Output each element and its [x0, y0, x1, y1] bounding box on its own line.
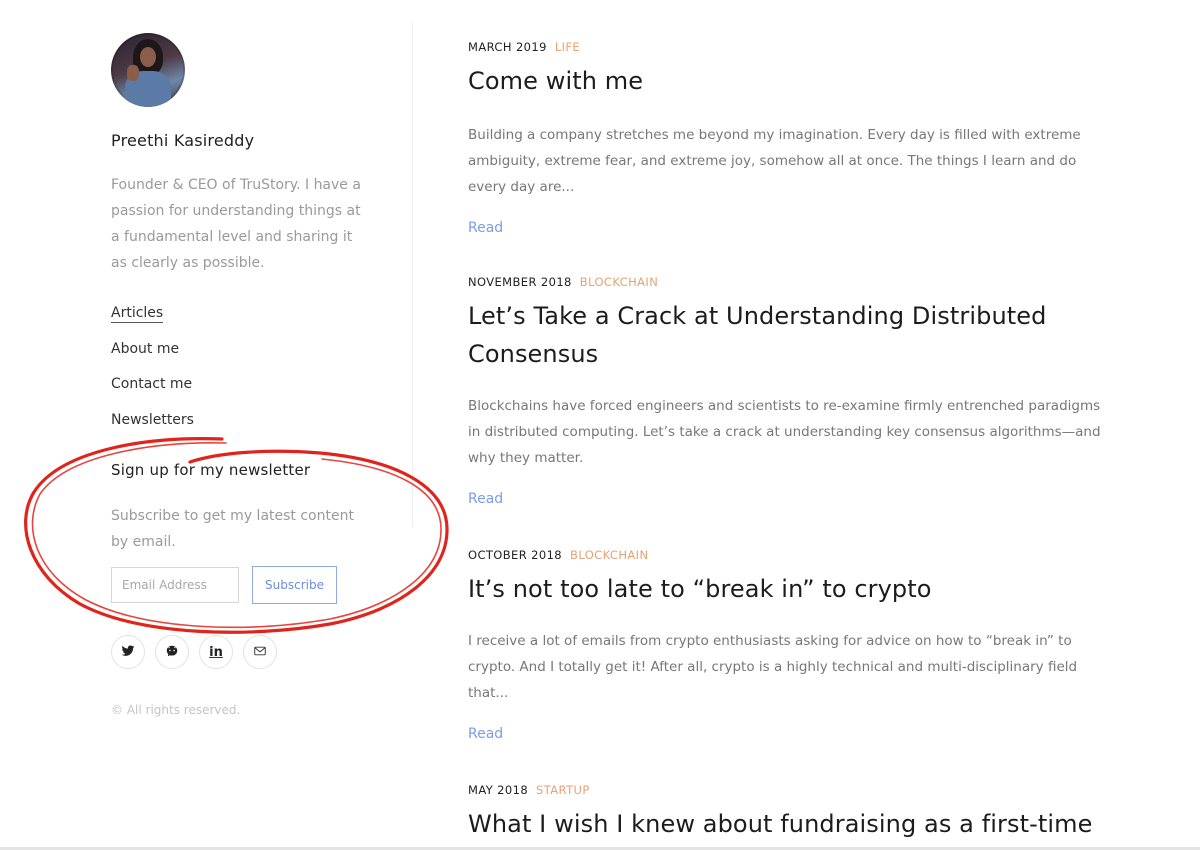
article-item: MARCH 2019 LIFE Come with me Building a c…	[468, 40, 1108, 236]
article-category-link[interactable]: BLOCKCHAIN	[580, 275, 658, 289]
nav-item-articles[interactable]: Articles	[111, 302, 194, 338]
article-title[interactable]: It’s not too late to “break in” to crypt…	[468, 570, 1108, 608]
profile-name: Preethi Kasireddy	[111, 131, 255, 150]
linkedin-icon: in	[209, 644, 223, 660]
article-title[interactable]: Let’s Take a Crack at Understanding Dist…	[468, 297, 1068, 373]
article-excerpt: Building a company stretches me beyond m…	[468, 127, 1081, 195]
sidebar-nav: Articles About me Contact me Newsletters	[111, 302, 194, 444]
article-date: NOVEMBER 2018	[468, 275, 572, 289]
article-meta: MAY 2018 STARTUP	[468, 783, 1108, 797]
article-date: MAY 2018	[468, 783, 529, 797]
newsletter-title: Sign up for my newsletter	[111, 461, 311, 479]
article-title[interactable]: Come with me	[468, 62, 1108, 100]
avatar	[111, 33, 185, 107]
nav-item-about-me[interactable]: About me	[111, 338, 194, 374]
article-category-link[interactable]: LIFE	[555, 40, 580, 54]
email-address-input[interactable]	[111, 567, 239, 603]
linkedin-link[interactable]: in	[199, 635, 233, 669]
github-link[interactable]	[155, 635, 189, 669]
article-excerpt: Blockchains have forced engineers and sc…	[468, 398, 1101, 466]
copyright-text: © All rights reserved.	[111, 703, 241, 717]
article-meta: OCTOBER 2018 BLOCKCHAIN	[468, 548, 1108, 562]
email-link[interactable]	[243, 635, 277, 669]
nav-item-newsletters[interactable]: Newsletters	[111, 409, 194, 445]
social-links: in	[111, 635, 277, 669]
newsletter-description: Subscribe to get my latest content by em…	[111, 508, 354, 550]
article-date: MARCH 2019	[468, 40, 547, 54]
article-excerpt: I receive a lot of emails from crypto en…	[468, 633, 1078, 701]
article-date: OCTOBER 2018	[468, 548, 563, 562]
article-category-link[interactable]: STARTUP	[536, 783, 590, 797]
profile-bio: Founder & CEO of TruStory. I have a pass…	[111, 177, 361, 271]
subscribe-button[interactable]: Subscribe	[252, 566, 337, 604]
read-link[interactable]: Read	[468, 726, 503, 742]
nav-item-contact-me[interactable]: Contact me	[111, 373, 194, 409]
article-item: OCTOBER 2018 BLOCKCHAIN It’s not too late…	[468, 548, 1108, 742]
sidebar: Preethi Kasireddy Founder & CEO of TruSt…	[0, 0, 412, 850]
mail-icon	[253, 643, 267, 662]
nav-item-label: Articles	[111, 305, 164, 323]
article-meta: MARCH 2019 LIFE	[468, 40, 1108, 54]
read-link[interactable]: Read	[468, 220, 503, 236]
article-item: MAY 2018 STARTUP What I wish I knew about…	[468, 783, 1108, 843]
article-item: NOVEMBER 2018 BLOCKCHAIN Let’s Take a Cra…	[468, 275, 1108, 507]
sidebar-divider	[412, 22, 413, 527]
read-link[interactable]: Read	[468, 491, 503, 507]
twitter-link[interactable]	[111, 635, 145, 669]
twitter-icon	[121, 643, 135, 662]
article-meta: NOVEMBER 2018 BLOCKCHAIN	[468, 275, 1108, 289]
article-title[interactable]: What I wish I knew about fundraising as …	[468, 805, 1108, 843]
article-category-link[interactable]: BLOCKCHAIN	[570, 548, 648, 562]
github-icon	[165, 643, 179, 662]
